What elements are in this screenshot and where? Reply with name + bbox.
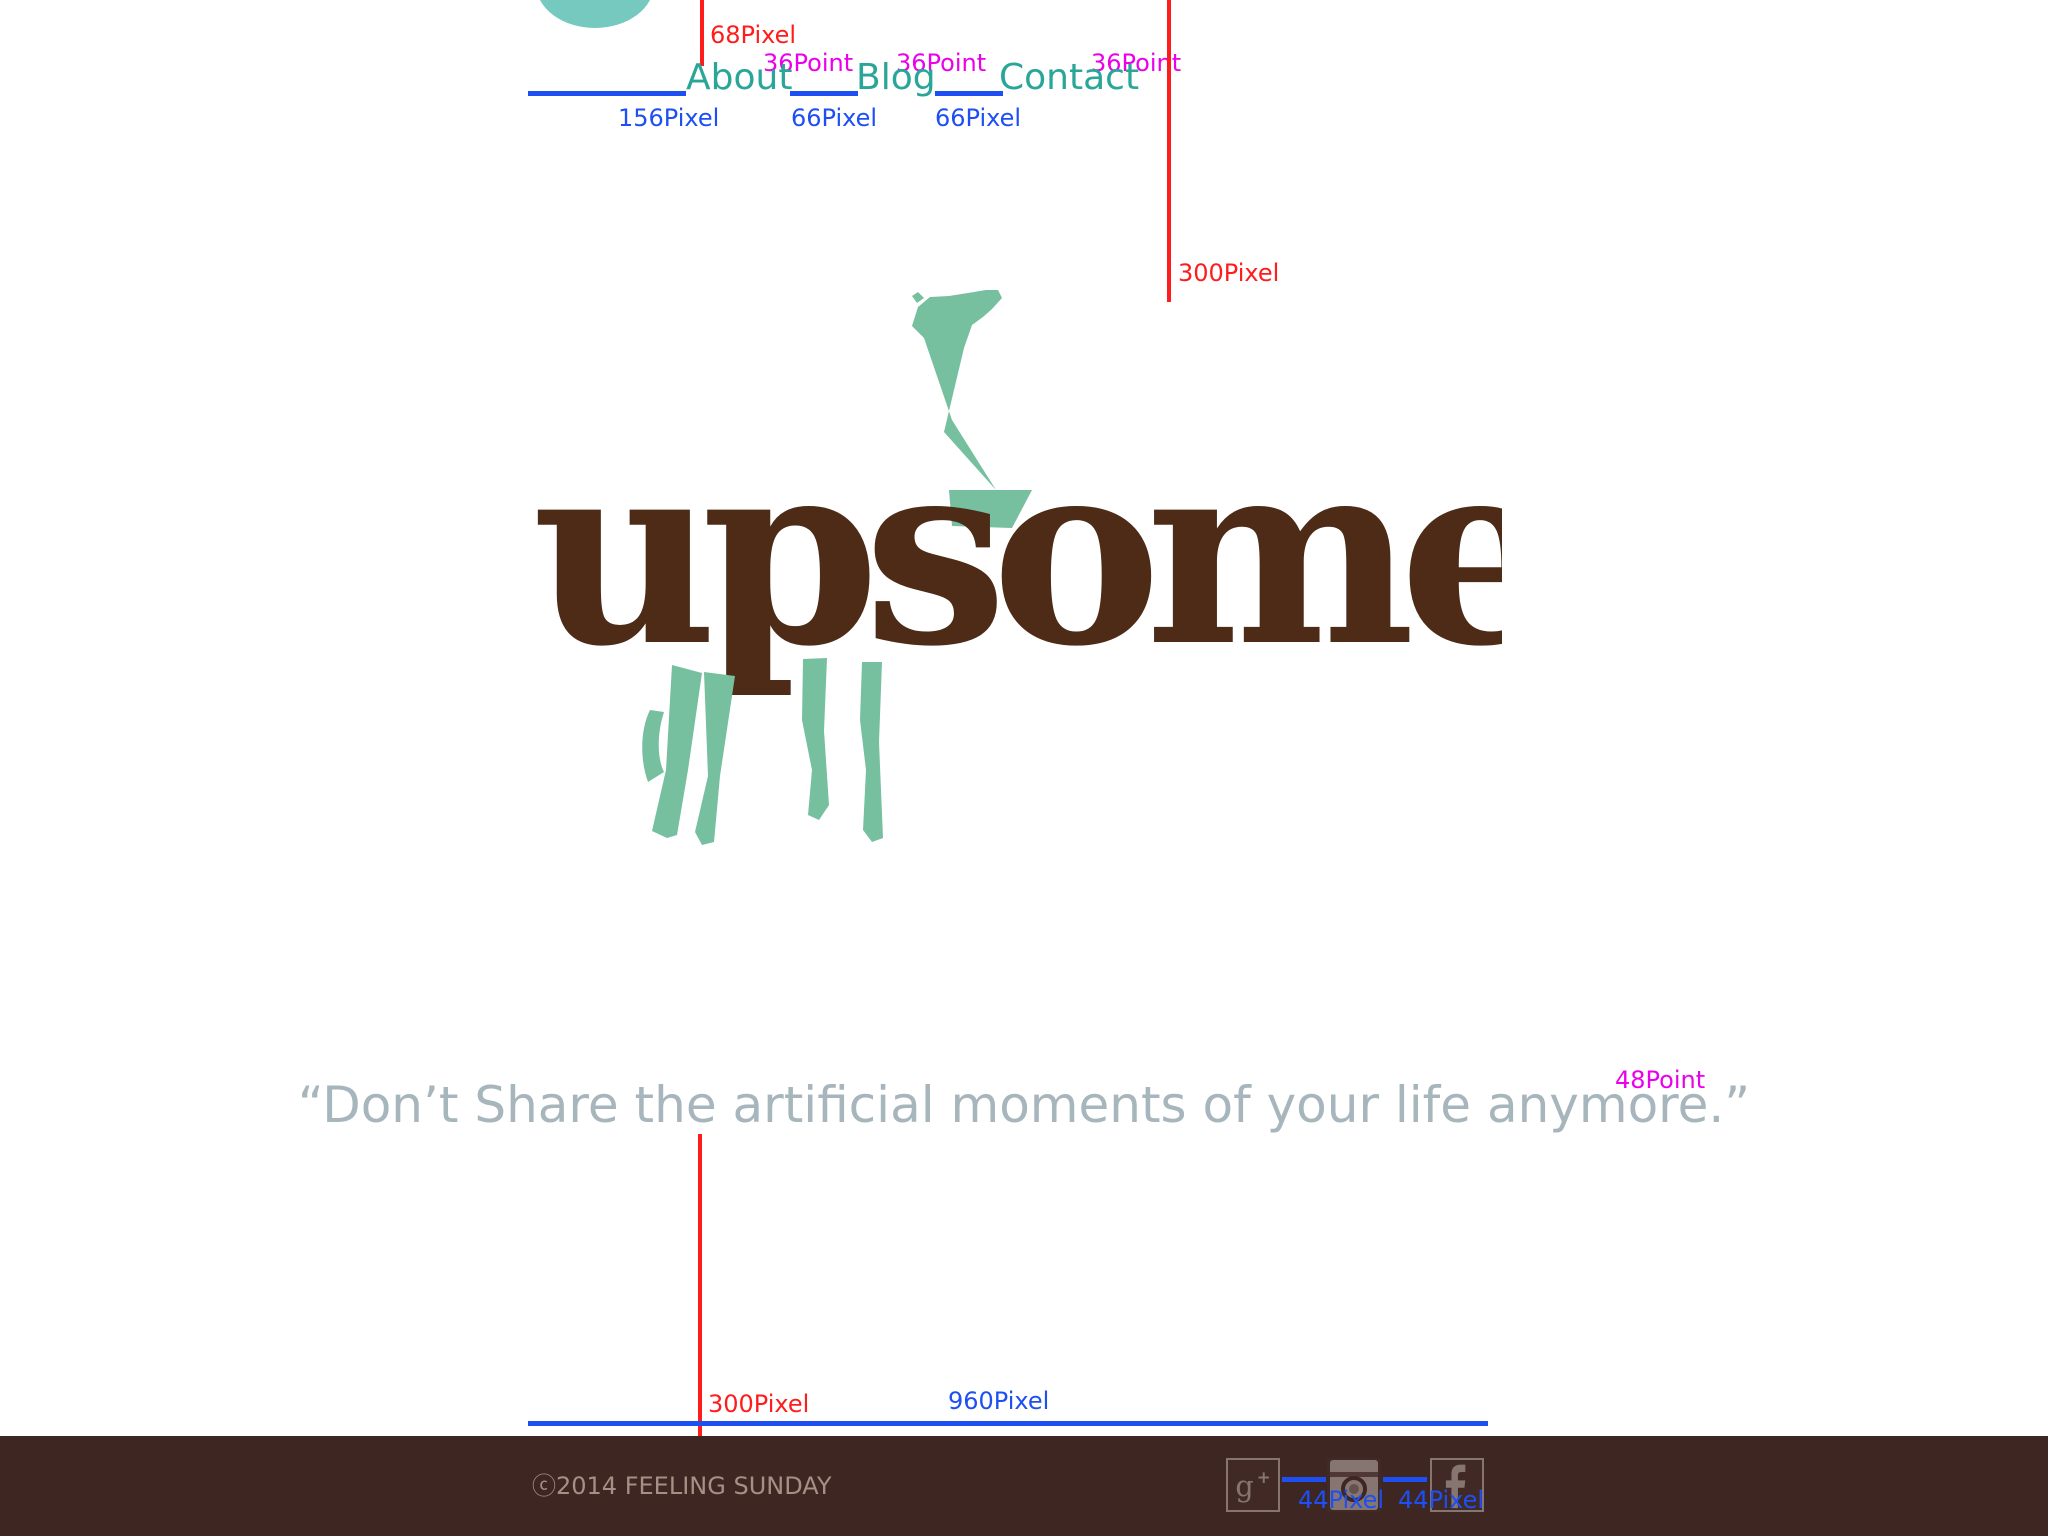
spec-top-margin-label: 68Pixel (710, 21, 797, 49)
spec-nav-gap-line-1 (528, 91, 686, 96)
spec-nav-gap-line-3 (935, 91, 1003, 96)
footer (0, 1436, 2048, 1536)
spec-social-gap-label-2: 44Pixel (1398, 1486, 1485, 1514)
spec-content-width-line (528, 1421, 1488, 1426)
spec-logo-spacing-label: 300Pixel (1178, 259, 1280, 287)
upsome-logo: upsome (532, 290, 1502, 845)
nav-about-link[interactable]: About (686, 60, 792, 96)
spec-logo-spacing-line (1167, 0, 1171, 302)
spec-social-gap-line-2 (1383, 1477, 1427, 1482)
google-plus-icon: g + (1235, 1468, 1271, 1503)
giraffe-right-leg-2-icon (860, 662, 883, 842)
spec-content-width-label: 960Pixel (948, 1387, 1050, 1415)
giraffe-right-leg-1-icon (802, 658, 829, 820)
google-plus-button[interactable]: g + (1226, 1458, 1280, 1512)
spec-nav-gap-label-3: 66Pixel (935, 104, 1022, 132)
nav-blog-link[interactable]: Blog (856, 60, 936, 96)
spec-nav-gap-label-2: 66Pixel (791, 104, 878, 132)
nav-contact-link[interactable]: Contact (999, 60, 1139, 96)
page: 68Pixel 156Pixel 66Pixel 66Pixel 36Point… (0, 0, 2048, 1536)
hero-brand-name: upsome (532, 404, 1502, 703)
giraffe-mane-icon (912, 292, 924, 303)
spec-nav-gap-line-2 (790, 91, 858, 96)
svg-text:+: + (1257, 1468, 1271, 1487)
spec-social-gap-line-1 (1282, 1477, 1326, 1482)
svg-text:g: g (1235, 1469, 1253, 1503)
header-logo-mark (536, 0, 654, 28)
spec-bottom-spacing-label: 300Pixel (708, 1390, 810, 1418)
footer-copyright: ⓒ2014 FEELING SUNDAY (532, 1472, 832, 1500)
giraffe-tail-icon (642, 710, 664, 782)
hero-tagline: “Don’t Share the artificial moments of y… (297, 1076, 1751, 1134)
spec-nav-gap-label-1: 156Pixel (618, 104, 720, 132)
spec-social-gap-label-1: 44Pixel (1298, 1486, 1385, 1514)
